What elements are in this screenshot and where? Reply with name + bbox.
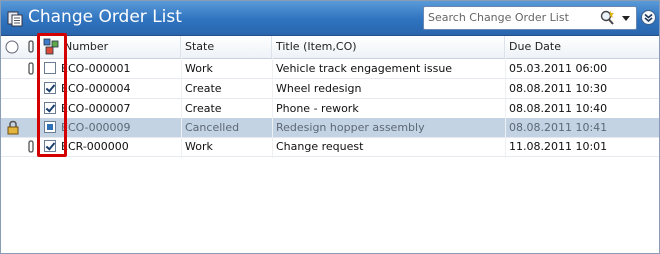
change-order-list-window: Change Order List Search Change Order Li… <box>0 0 660 254</box>
order-number: ECR-000000 <box>61 140 129 153</box>
lock-icon <box>6 120 20 135</box>
radio-icon[interactable] <box>5 40 19 54</box>
table-row[interactable]: ECO-000001 Work Vehicle track engagement… <box>1 59 659 79</box>
order-title: Wheel redesign <box>276 82 362 95</box>
order-state: Cancelled <box>185 121 240 134</box>
column-header-state[interactable]: State <box>181 36 272 58</box>
chevron-down-icon[interactable] <box>620 10 632 26</box>
table-row[interactable]: ECO-000007 Create Phone - rework 08.08.2… <box>1 99 659 119</box>
table-row[interactable]: ECO-000009 Cancelled Redesign hopper ass… <box>1 118 659 138</box>
table-row[interactable]: ECR-000000 Work Change request 11.08.201… <box>1 137 659 157</box>
order-due-date: 08.08.2011 10:41 <box>509 121 608 134</box>
column-header-number[interactable]: Number <box>60 36 181 58</box>
order-due-date: 08.08.2011 10:40 <box>509 102 608 115</box>
order-title: Vehicle track engagement issue <box>276 62 453 75</box>
table-row[interactable]: ECO-000004 Create Wheel redesign 08.08.2… <box>1 79 659 99</box>
order-state: Create <box>185 82 222 95</box>
title-bar: Change Order List <box>1 1 659 36</box>
order-due-date: 05.03.2011 06:00 <box>509 62 608 75</box>
column-divider <box>272 58 273 158</box>
paperclip-icon <box>26 62 36 75</box>
column-header-due-date[interactable]: Due Date <box>505 36 659 58</box>
order-number: ECO-000001 <box>61 62 131 75</box>
order-number: ECO-000007 <box>61 102 131 115</box>
order-due-date: 11.08.2011 10:01 <box>509 140 608 153</box>
order-title: Redesign hopper assembly <box>276 121 425 134</box>
list-window-icon <box>7 11 23 27</box>
column-divider <box>181 58 182 158</box>
order-state: Work <box>185 140 213 153</box>
search-input[interactable] <box>428 9 593 25</box>
order-title: Phone - rework <box>276 102 359 115</box>
double-chevron-down-icon[interactable] <box>641 10 656 25</box>
order-number: ECO-000004 <box>61 82 131 95</box>
search-magnifier-icon[interactable] <box>598 9 616 27</box>
order-number: ECO-000009 <box>61 121 131 134</box>
search-box[interactable] <box>423 6 637 30</box>
order-state: Work <box>185 62 213 75</box>
column-header-title[interactable]: Title (Item,CO) <box>272 36 505 58</box>
order-title: Change request <box>276 140 364 153</box>
paperclip-icon <box>26 40 36 53</box>
order-state: Create <box>185 102 222 115</box>
checkbox-column-highlight <box>37 33 67 157</box>
column-divider <box>505 58 506 158</box>
order-due-date: 08.08.2011 10:30 <box>509 82 608 95</box>
column-header: Number State Title (Item,CO) Due Date <box>1 36 659 59</box>
window-title: Change Order List <box>28 7 182 27</box>
paperclip-icon <box>26 140 36 153</box>
